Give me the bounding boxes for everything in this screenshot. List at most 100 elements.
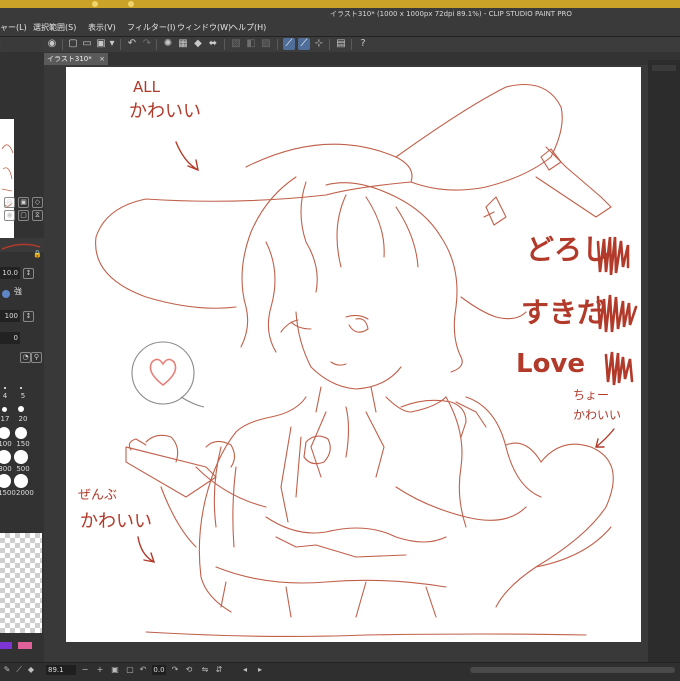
selection-layer-icon[interactable]: ▨ bbox=[260, 38, 272, 50]
brush-size-field[interactable]: 10.0 bbox=[0, 267, 20, 279]
size-dot[interactable] bbox=[2, 407, 7, 412]
size-dot[interactable] bbox=[0, 427, 10, 439]
tab-document[interactable]: イラスト310* × bbox=[44, 53, 108, 65]
taskbar-dot-1 bbox=[92, 1, 98, 7]
menu-layer[interactable]: ャー(L) bbox=[0, 20, 27, 36]
reset-rotation-icon[interactable]: ⟲ bbox=[184, 665, 194, 675]
scroll-left-icon[interactable]: ◂ bbox=[240, 665, 250, 675]
menu-filter[interactable]: フィルター(I) bbox=[127, 20, 175, 36]
zoom-out-icon[interactable]: − bbox=[80, 665, 90, 675]
open-folder-icon[interactable]: ▭ bbox=[81, 38, 93, 50]
close-icon[interactable]: × bbox=[99, 53, 105, 65]
grid-icon[interactable]: ⊹ bbox=[313, 38, 325, 50]
help-icon[interactable]: ? bbox=[357, 38, 369, 50]
new-file-icon[interactable]: ▢ bbox=[67, 38, 79, 50]
size-label: 100 bbox=[0, 440, 12, 448]
redo-icon[interactable]: ↷ bbox=[141, 38, 153, 50]
snap-special-ruler-icon[interactable]: ⟋ bbox=[298, 38, 310, 50]
note-kawaii-3: かわいい bbox=[80, 511, 152, 532]
window-title: イラスト310* (1000 x 1000px 72dpi 89.1%) - C… bbox=[330, 10, 572, 18]
size-dot[interactable] bbox=[14, 474, 28, 488]
heart-icon bbox=[149, 358, 177, 387]
toolbar-separator bbox=[120, 39, 121, 50]
note-sukida: すきだ bbox=[521, 296, 605, 329]
size-label: 20 bbox=[18, 415, 28, 423]
zoom-field[interactable]: 89.1 bbox=[46, 665, 76, 675]
size-dot[interactable] bbox=[14, 450, 28, 464]
deselect-icon[interactable]: ▧ bbox=[230, 38, 242, 50]
size-dot[interactable] bbox=[0, 474, 11, 488]
toolbar-separator bbox=[62, 39, 63, 50]
sketch-artwork: ALL かわいい どろし すきだ Love ちょー かわいい ぜんぶ かわいい bbox=[78, 78, 638, 637]
status-bar: ✎ ⟋ ◆ 89.1 − + ▣ ▢ ↶ 0.0 ↷ ⟲ ⇋ ⇵ ◂ ▸ bbox=[0, 662, 680, 681]
tool-icon[interactable]: ✎ bbox=[2, 665, 12, 675]
app-icon[interactable]: ◉ bbox=[46, 38, 58, 50]
scroll-right-icon[interactable]: ▸ bbox=[255, 665, 265, 675]
navigator-flip-button[interactable]: ◇ bbox=[32, 197, 43, 208]
note-kawaii-2: かわいい bbox=[573, 408, 621, 422]
right-panel-edge bbox=[648, 60, 680, 668]
opacity-field[interactable]: 100 bbox=[0, 310, 20, 322]
zoom-in-icon[interactable]: + bbox=[95, 665, 105, 675]
size-label: 150 bbox=[16, 440, 30, 448]
flip-horizontal-icon[interactable]: ⇋ bbox=[200, 665, 210, 675]
wrench-icon[interactable]: ⚲ bbox=[31, 352, 42, 363]
save-icon[interactable]: ▣ bbox=[95, 38, 107, 50]
right-panel-header bbox=[652, 65, 676, 71]
lock-icon[interactable]: 🔒 bbox=[33, 250, 42, 258]
toolbar-separator bbox=[156, 39, 157, 50]
size-label: 300 bbox=[0, 465, 12, 473]
settings-icon[interactable]: ▤ bbox=[335, 38, 347, 50]
note-love: Love bbox=[516, 349, 585, 379]
toolbar-separator bbox=[277, 39, 278, 50]
navigator-reset-button[interactable]: ▢ bbox=[18, 210, 29, 221]
menu-view[interactable]: 表示(V) bbox=[88, 20, 116, 36]
size-dot[interactable] bbox=[0, 450, 11, 464]
fill-icon[interactable]: ◆ bbox=[26, 665, 36, 675]
size-dot[interactable] bbox=[20, 387, 22, 389]
undo-icon[interactable]: ↶ bbox=[126, 38, 138, 50]
handwritten-notes: ALL かわいい どろし すきだ Love ちょー かわいい ぜんぶ かわいい bbox=[78, 78, 621, 532]
navigator-fit-button[interactable]: ▣ bbox=[18, 197, 29, 208]
horizontal-scrollbar[interactable] bbox=[470, 667, 675, 673]
toolbar-left-empty bbox=[1, 37, 41, 52]
top-strip bbox=[0, 0, 680, 8]
transform-icon[interactable]: ⬌ bbox=[207, 38, 219, 50]
size-dot[interactable] bbox=[4, 387, 6, 389]
note-kawaii-1: かわいい bbox=[129, 101, 201, 122]
menu-selection[interactable]: 選択範囲(S) bbox=[33, 20, 76, 36]
actual-size-icon[interactable]: ▢ bbox=[125, 665, 135, 675]
menu-window[interactable]: ウィンドウ(W) bbox=[177, 20, 231, 36]
value-field[interactable]: 0 bbox=[0, 332, 20, 344]
size-dot[interactable] bbox=[15, 427, 27, 439]
command-bar: ◉ ▢ ▭ ▣ ▾ ↶ ↷ ✺ ▦ ◆ ⬌ ▧ ◧ ▨ ⟋ ⟋ ⊹ ▤ ? bbox=[0, 37, 680, 53]
swatch-pink[interactable] bbox=[18, 642, 32, 649]
chevron-down-icon[interactable]: ▾ bbox=[108, 38, 116, 50]
brush-settings-icon[interactable]: ◔ bbox=[20, 352, 31, 363]
navigator-mirror-button[interactable]: ⧖ bbox=[32, 210, 43, 221]
fill-icon[interactable]: ◆ bbox=[192, 38, 204, 50]
size-label: 1500 bbox=[0, 489, 16, 497]
rotate-right-icon[interactable]: ↷ bbox=[170, 665, 180, 675]
swatch-purple[interactable] bbox=[0, 642, 12, 649]
left-panel: ◎ ▣ ◇ ◉ ▢ ⧖ 🔒 10.0 ↕ 強 100 ↕ 0 ◔ ⚲ 4 5 1… bbox=[0, 52, 44, 668]
note-dorosi: どろし bbox=[526, 233, 610, 266]
drawing-canvas[interactable]: ALL かわいい どろし すきだ Love ちょー かわいい ぜんぶ かわいい bbox=[66, 67, 641, 642]
rotate-value[interactable]: 0.0 bbox=[152, 665, 166, 675]
toolbar-separator bbox=[224, 39, 225, 50]
brush-size-stepper-icon[interactable]: ↕ bbox=[23, 268, 34, 279]
menu-help[interactable]: ヘルプ(H) bbox=[230, 20, 266, 36]
eyedropper-icon[interactable]: ⟋ bbox=[14, 665, 24, 675]
snap-ruler-icon[interactable]: ⟋ bbox=[283, 38, 295, 50]
flip-vertical-icon[interactable]: ⇵ bbox=[214, 665, 224, 675]
navigator-zoom-button[interactable]: ◎ bbox=[4, 197, 15, 208]
navigator-rotate-button[interactable]: ◉ bbox=[4, 210, 15, 221]
size-dot[interactable] bbox=[18, 406, 24, 412]
opacity-stepper-icon[interactable]: ↕ bbox=[23, 311, 34, 322]
invert-icon[interactable]: ◧ bbox=[245, 38, 257, 50]
fit-icon[interactable]: ▣ bbox=[110, 665, 120, 675]
size-label: 17 bbox=[0, 415, 10, 423]
clear-icon[interactable]: ▦ bbox=[177, 38, 189, 50]
loading-icon[interactable]: ✺ bbox=[162, 38, 174, 50]
rotate-left-icon[interactable]: ↶ bbox=[138, 665, 148, 675]
